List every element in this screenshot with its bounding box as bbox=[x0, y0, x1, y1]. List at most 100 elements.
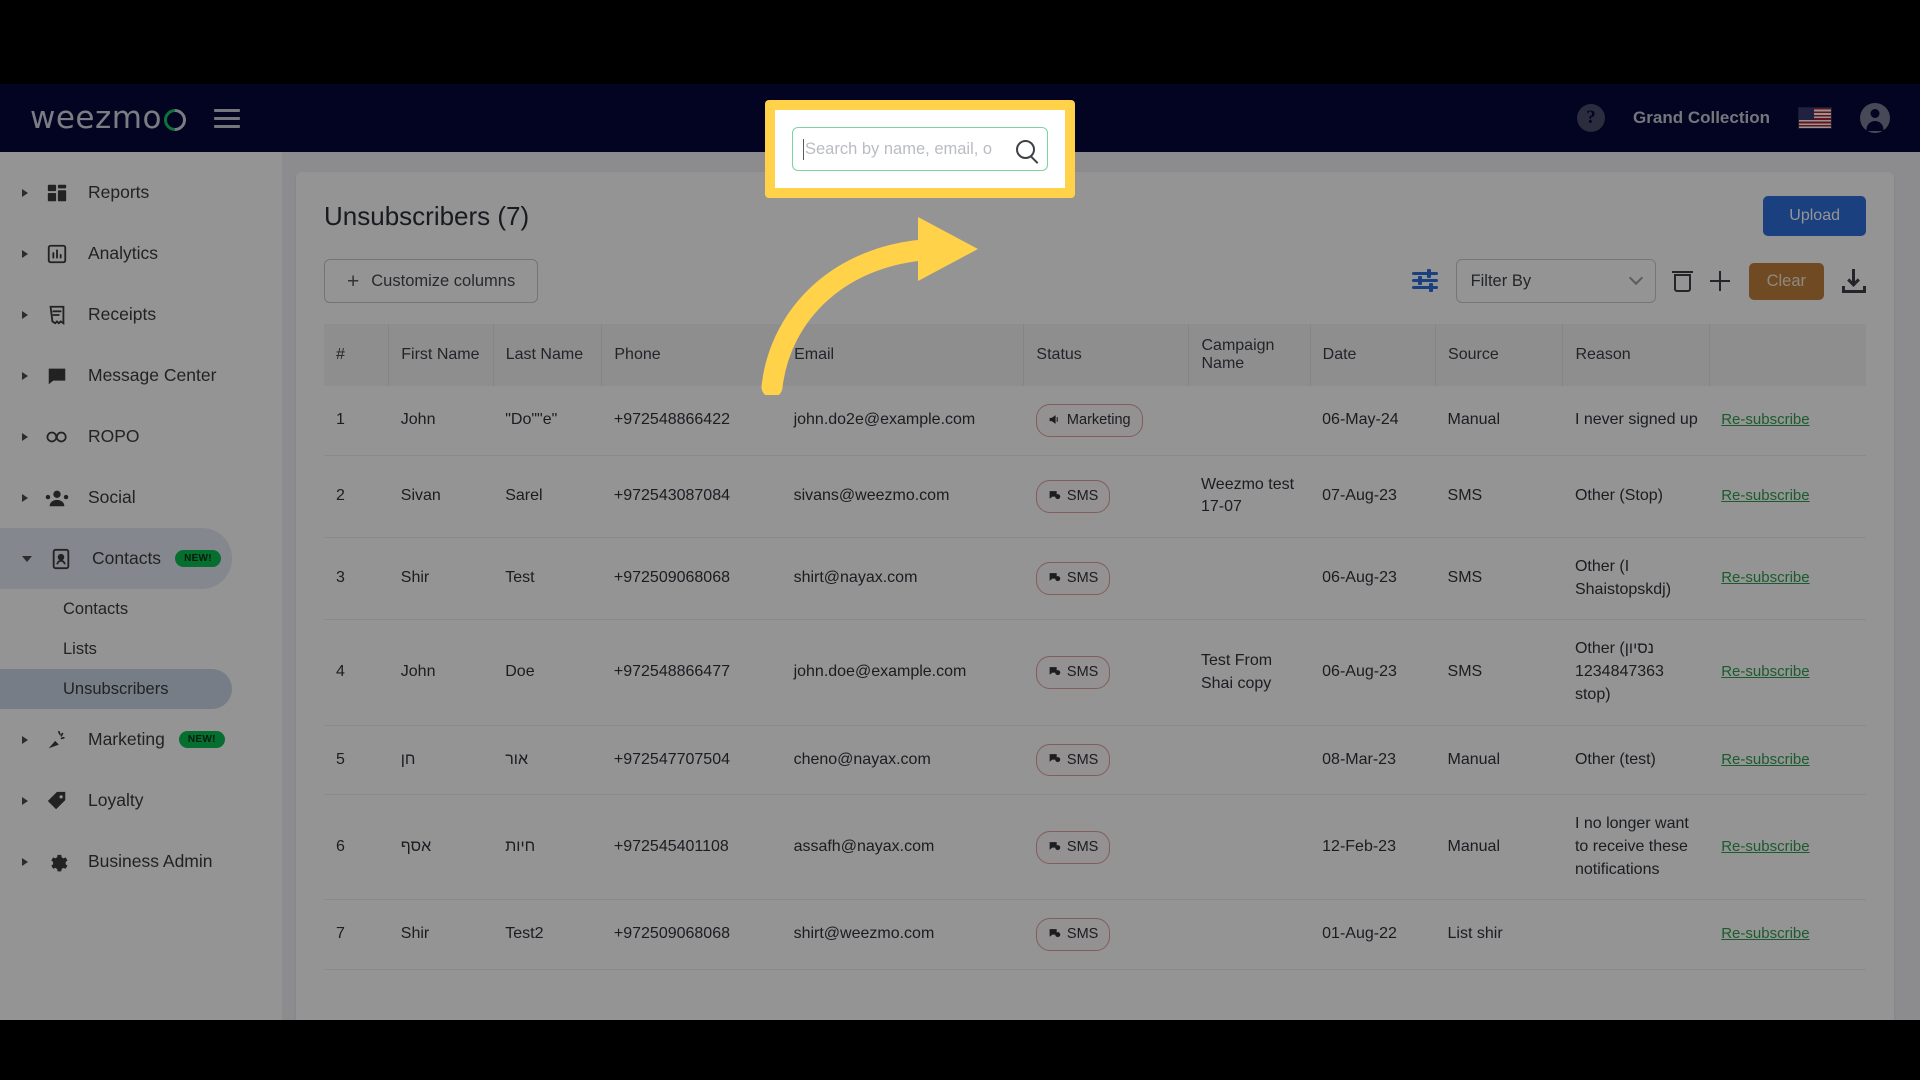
cell-phone: +972545401108 bbox=[601, 794, 782, 901]
search-highlight-inner: Search by name, email, o bbox=[775, 110, 1065, 188]
table-row[interactable]: 1 John "Do""e" +972548866422 john.do2e@examp… bbox=[324, 386, 1866, 456]
cell-campaign-name bbox=[1188, 794, 1311, 901]
sidebar-subitem-lists[interactable]: Lists bbox=[0, 629, 282, 669]
receipt-icon bbox=[44, 302, 70, 328]
table-header: # First Name Last Name Phone Email Statu… bbox=[324, 324, 1866, 386]
cell-phone: +972509068068 bbox=[601, 899, 782, 970]
cell-action: Re-subscribe bbox=[1709, 725, 1866, 796]
cell-status: SMS bbox=[1023, 725, 1189, 796]
sms-icon bbox=[1048, 489, 1061, 504]
chevron-right-icon bbox=[22, 188, 28, 197]
table-row[interactable]: 6 אסף חיות +972545401108 assafh@nayax.com SMS… bbox=[324, 794, 1866, 901]
column-header-first-name[interactable]: First Name bbox=[388, 324, 494, 386]
sidebar-item-reports[interactable]: Reports bbox=[0, 162, 282, 223]
sidebar-item-contacts[interactable]: Contacts NEW! bbox=[0, 528, 232, 589]
cell-phone: +972509068068 bbox=[601, 537, 782, 621]
table-row[interactable]: 3 Shir Test +972509068068 shirt@nayax.com SMS… bbox=[324, 537, 1866, 621]
re-subscribe-link[interactable]: Re-subscribe bbox=[1721, 487, 1809, 504]
cell-action: Re-subscribe bbox=[1709, 899, 1866, 970]
clear-button[interactable]: Clear bbox=[1748, 262, 1824, 300]
table-row[interactable]: 4 John Doe +972548866477 john.doe@example.co… bbox=[324, 619, 1866, 726]
column-header-num[interactable]: # bbox=[324, 324, 390, 386]
column-header-email[interactable]: Email bbox=[781, 324, 1025, 386]
sidebar-subitem-contacts[interactable]: Contacts bbox=[0, 589, 282, 629]
cell-source: Manual bbox=[1435, 794, 1563, 901]
sidebar-item-label: Receipts bbox=[88, 304, 157, 324]
sidebar-item-ropo[interactable]: ROPO bbox=[0, 406, 282, 467]
column-header-status[interactable]: Status bbox=[1023, 324, 1190, 386]
sidebar-item-analytics[interactable]: Analytics bbox=[0, 223, 282, 284]
re-subscribe-link[interactable]: Re-subscribe bbox=[1721, 838, 1809, 855]
megaphone-icon bbox=[44, 727, 70, 753]
sliders-icon[interactable] bbox=[1411, 269, 1438, 292]
weezmo-logo[interactable]: weezmo bbox=[30, 100, 191, 136]
cell-date: 12-Feb-23 bbox=[1310, 794, 1436, 901]
column-header-reason[interactable]: Reason bbox=[1562, 324, 1710, 386]
search-icon[interactable] bbox=[1016, 139, 1035, 159]
sidebar-item-social[interactable]: Social bbox=[0, 467, 282, 528]
sidebar-item-marketing[interactable]: Marketing NEW! bbox=[0, 709, 282, 770]
cell-row-number: 2 bbox=[324, 455, 389, 539]
cell-campaign-name: Weezmo test 17-07 bbox=[1188, 455, 1311, 539]
table-body: 1 John "Do""e" +972548866422 john.do2e@examp… bbox=[324, 386, 1866, 970]
sidebar-item-label: Loyalty bbox=[88, 790, 144, 810]
table-row[interactable]: 7 Shir Test2 +972509068068 shirt@weezmo.com S… bbox=[324, 899, 1866, 970]
help-icon[interactable]: ? bbox=[1577, 104, 1606, 132]
sms-icon bbox=[1048, 571, 1061, 586]
cell-first-name: Sivan bbox=[388, 455, 494, 539]
cell-reason bbox=[1562, 899, 1710, 970]
sidebar-item-receipts[interactable]: Receipts bbox=[0, 284, 282, 345]
chevron-right-icon bbox=[22, 432, 28, 441]
filter-by-select[interactable]: Filter By bbox=[1455, 259, 1656, 303]
re-subscribe-link[interactable]: Re-subscribe bbox=[1721, 411, 1809, 428]
upload-button[interactable]: Upload bbox=[1763, 196, 1866, 236]
header-right-group: ? Grand Collection bbox=[1577, 103, 1890, 133]
re-subscribe-link[interactable]: Re-subscribe bbox=[1721, 569, 1809, 586]
cell-last-name: אור bbox=[493, 725, 602, 796]
cell-source: Manual bbox=[1435, 725, 1563, 796]
account-icon[interactable] bbox=[1860, 103, 1890, 133]
cell-source: SMS bbox=[1435, 537, 1563, 621]
sidebar-item-label: Business Admin bbox=[88, 851, 213, 871]
dashboard-icon bbox=[44, 180, 70, 206]
hamburger-icon[interactable] bbox=[213, 108, 240, 128]
re-subscribe-link[interactable]: Re-subscribe bbox=[1721, 751, 1809, 768]
customize-columns-button[interactable]: + Customize columns bbox=[324, 259, 539, 303]
cell-status: Marketing bbox=[1023, 386, 1189, 456]
column-header-action bbox=[1709, 324, 1866, 386]
cell-row-number: 1 bbox=[324, 386, 389, 456]
cell-first-name: John bbox=[388, 386, 494, 456]
sidebar-item-business-admin[interactable]: Business Admin bbox=[0, 831, 282, 892]
column-header-source[interactable]: Source bbox=[1435, 324, 1564, 386]
sidebar-item-message-center[interactable]: Message Center bbox=[0, 345, 282, 406]
download-button[interactable] bbox=[1842, 269, 1866, 293]
unsubscribers-card: Unsubscribers (7) Upload + Customize col… bbox=[296, 172, 1894, 1032]
column-header-date[interactable]: Date bbox=[1310, 324, 1437, 386]
plus-icon: + bbox=[347, 269, 360, 293]
unsubscribers-table: # First Name Last Name Phone Email Statu… bbox=[324, 324, 1866, 970]
table-row[interactable]: 5 חן אור +972547707504 cheno@nayax.com SMS 08-… bbox=[324, 725, 1866, 796]
chevron-down-icon bbox=[22, 555, 32, 562]
sidebar-item-loyalty[interactable]: Loyalty bbox=[0, 770, 282, 831]
cell-last-name: Test bbox=[493, 537, 602, 621]
table-row[interactable]: 2 Sivan Sarel +972543087084 sivans@weezmo.co… bbox=[324, 455, 1866, 539]
toolbar-right-group: Filter By Clear bbox=[1411, 259, 1866, 303]
re-subscribe-link[interactable]: Re-subscribe bbox=[1721, 663, 1809, 680]
column-header-phone[interactable]: Phone bbox=[601, 324, 783, 386]
status-badge: SMS bbox=[1035, 480, 1111, 513]
status-label: Marketing bbox=[1066, 412, 1131, 428]
chevron-down-icon bbox=[1628, 270, 1643, 286]
column-header-campaign-name[interactable]: Campaign Name bbox=[1188, 324, 1311, 386]
search-input[interactable]: Search by name, email, o bbox=[792, 127, 1048, 171]
us-flag-icon[interactable] bbox=[1798, 107, 1832, 129]
delete-button[interactable] bbox=[1671, 270, 1693, 292]
add-button[interactable] bbox=[1709, 270, 1731, 292]
status-label: SMS bbox=[1066, 488, 1099, 504]
table-toolbar: + Customize columns Filter By Clear bbox=[324, 258, 1866, 304]
cell-date: 06-Aug-23 bbox=[1310, 537, 1436, 621]
re-subscribe-link[interactable]: Re-subscribe bbox=[1721, 925, 1809, 942]
customize-columns-label: Customize columns bbox=[371, 271, 516, 290]
sidebar-subitem-unsubscribers[interactable]: Unsubscribers bbox=[0, 669, 232, 709]
column-header-last-name[interactable]: Last Name bbox=[493, 324, 603, 386]
contact-card-icon bbox=[48, 546, 74, 572]
